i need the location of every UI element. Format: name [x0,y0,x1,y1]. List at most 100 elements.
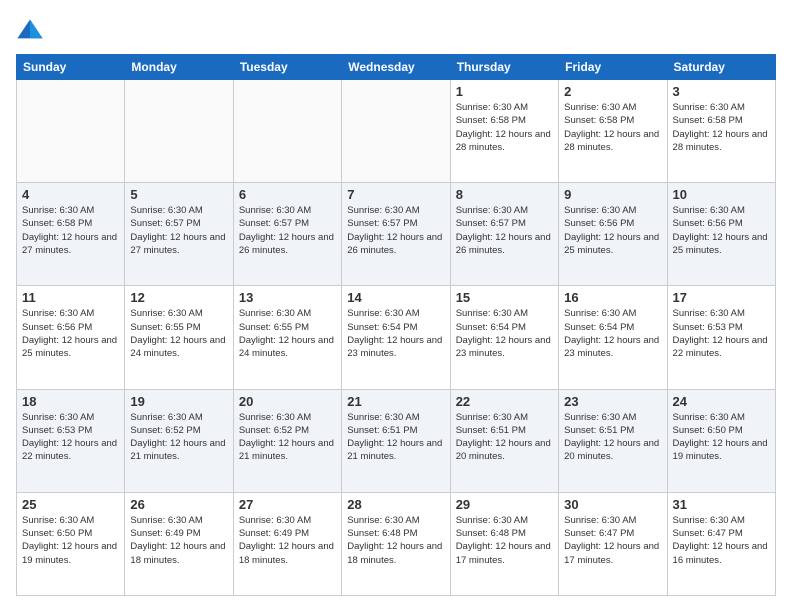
day-number: 26 [130,497,227,512]
week-row-4: 18 Sunrise: 6:30 AM Sunset: 6:53 PM Dayli… [17,389,776,492]
day-number: 24 [673,394,770,409]
day-info: Sunrise: 6:30 AM Sunset: 6:51 PM Dayligh… [456,411,553,464]
calendar-cell: 29 Sunrise: 6:30 AM Sunset: 6:48 PM Dayli… [450,492,558,595]
weekday-header-row: SundayMondayTuesdayWednesdayThursdayFrid… [17,55,776,80]
weekday-header-saturday: Saturday [667,55,775,80]
weekday-header-thursday: Thursday [450,55,558,80]
calendar-cell: 17 Sunrise: 6:30 AM Sunset: 6:53 PM Dayli… [667,286,775,389]
calendar-cell: 21 Sunrise: 6:30 AM Sunset: 6:51 PM Dayli… [342,389,450,492]
calendar-cell: 15Sunrise: 6:30 AM Sunset: 6:54 PM Dayli… [450,286,558,389]
calendar-cell: 11 Sunrise: 6:30 AM Sunset: 6:56 PM Dayli… [17,286,125,389]
calendar-cell: 4 Sunrise: 6:30 AM Sunset: 6:58 PM Daylig… [17,183,125,286]
day-info: Sunrise: 6:30 AM Sunset: 6:57 PM Dayligh… [347,204,444,257]
calendar-cell: 30 Sunrise: 6:30 AM Sunset: 6:47 PM Dayli… [559,492,667,595]
day-info: Sunrise: 6:30 AM Sunset: 6:58 PM Dayligh… [673,101,770,154]
calendar-cell: 10Sunrise: 6:30 AM Sunset: 6:56 PM Dayli… [667,183,775,286]
calendar-cell: 25 Sunrise: 6:30 AM Sunset: 6:50 PM Dayli… [17,492,125,595]
day-info: Sunrise: 6:30 AM Sunset: 6:50 PM Dayligh… [22,514,119,567]
week-row-3: 11 Sunrise: 6:30 AM Sunset: 6:56 PM Dayli… [17,286,776,389]
calendar-cell: 13 Sunrise: 6:30 AM Sunset: 6:55 PM Dayli… [233,286,341,389]
day-info: Sunrise: 6:30 AM Sunset: 6:49 PM Dayligh… [130,514,227,567]
calendar-cell: 14Sunrise: 6:30 AM Sunset: 6:54 PM Dayli… [342,286,450,389]
day-number: 20 [239,394,336,409]
week-row-1: 1 Sunrise: 6:30 AM Sunset: 6:58 PM Daylig… [17,80,776,183]
weekday-header-wednesday: Wednesday [342,55,450,80]
day-info: Sunrise: 6:30 AM Sunset: 6:48 PM Dayligh… [347,514,444,567]
day-number: 7 [347,187,444,202]
weekday-header-sunday: Sunday [17,55,125,80]
day-info: Sunrise: 6:30 AM Sunset: 6:56 PM Dayligh… [22,307,119,360]
day-number: 2 [564,84,661,99]
day-info: Sunrise: 6:30 AM Sunset: 6:53 PM Dayligh… [673,307,770,360]
day-info: Sunrise: 6:30 AM Sunset: 6:51 PM Dayligh… [347,411,444,464]
day-number: 27 [239,497,336,512]
day-number: 11 [22,290,119,305]
calendar-cell: 19 Sunrise: 6:30 AM Sunset: 6:52 PM Dayli… [125,389,233,492]
header [16,16,776,44]
calendar-cell: 18 Sunrise: 6:30 AM Sunset: 6:53 PM Dayli… [17,389,125,492]
day-info: Sunrise: 6:30 AM Sunset: 6:53 PM Dayligh… [22,411,119,464]
day-number: 1 [456,84,553,99]
calendar-cell: 23Sunrise: 6:30 AM Sunset: 6:51 PM Dayli… [559,389,667,492]
day-number: 8 [456,187,553,202]
day-number: 28 [347,497,444,512]
calendar-cell: 1 Sunrise: 6:30 AM Sunset: 6:58 PM Daylig… [450,80,558,183]
day-number: 12 [130,290,227,305]
weekday-header-friday: Friday [559,55,667,80]
day-info: Sunrise: 6:30 AM Sunset: 6:58 PM Dayligh… [22,204,119,257]
day-info: Sunrise: 6:30 AM Sunset: 6:57 PM Dayligh… [239,204,336,257]
day-number: 31 [673,497,770,512]
day-number: 25 [22,497,119,512]
day-info: Sunrise: 6:30 AM Sunset: 6:48 PM Dayligh… [456,514,553,567]
day-number: 23 [564,394,661,409]
day-info: Sunrise: 6:30 AM Sunset: 6:58 PM Dayligh… [456,101,553,154]
day-number: 29 [456,497,553,512]
calendar-cell [125,80,233,183]
day-number: 19 [130,394,227,409]
day-info: Sunrise: 6:30 AM Sunset: 6:50 PM Dayligh… [673,411,770,464]
calendar-cell [342,80,450,183]
calendar-cell [233,80,341,183]
day-info: Sunrise: 6:30 AM Sunset: 6:55 PM Dayligh… [130,307,227,360]
day-info: Sunrise: 6:30 AM Sunset: 6:56 PM Dayligh… [564,204,661,257]
week-row-5: 25 Sunrise: 6:30 AM Sunset: 6:50 PM Dayli… [17,492,776,595]
calendar-cell: 26 Sunrise: 6:30 AM Sunset: 6:49 PM Dayli… [125,492,233,595]
day-number: 17 [673,290,770,305]
day-number: 30 [564,497,661,512]
day-number: 10 [673,187,770,202]
calendar-cell: 7 Sunrise: 6:30 AM Sunset: 6:57 PM Daylig… [342,183,450,286]
calendar-cell: 2 Sunrise: 6:30 AM Sunset: 6:58 PM Daylig… [559,80,667,183]
page: SundayMondayTuesdayWednesdayThursdayFrid… [0,0,792,612]
logo-icon [16,16,44,44]
day-number: 21 [347,394,444,409]
day-info: Sunrise: 6:30 AM Sunset: 6:47 PM Dayligh… [564,514,661,567]
day-number: 14 [347,290,444,305]
day-info: Sunrise: 6:30 AM Sunset: 6:57 PM Dayligh… [130,204,227,257]
calendar-cell: 22 Sunrise: 6:30 AM Sunset: 6:51 PM Dayli… [450,389,558,492]
calendar-cell: 3Sunrise: 6:30 AM Sunset: 6:58 PM Daylig… [667,80,775,183]
weekday-header-monday: Monday [125,55,233,80]
week-row-2: 4 Sunrise: 6:30 AM Sunset: 6:58 PM Daylig… [17,183,776,286]
weekday-header-tuesday: Tuesday [233,55,341,80]
day-info: Sunrise: 6:30 AM Sunset: 6:52 PM Dayligh… [130,411,227,464]
calendar-cell: 16Sunrise: 6:30 AM Sunset: 6:54 PM Dayli… [559,286,667,389]
day-number: 18 [22,394,119,409]
day-info: Sunrise: 6:30 AM Sunset: 6:55 PM Dayligh… [239,307,336,360]
calendar-cell: 28 Sunrise: 6:30 AM Sunset: 6:48 PM Dayli… [342,492,450,595]
calendar-cell [17,80,125,183]
day-number: 6 [239,187,336,202]
day-number: 13 [239,290,336,305]
day-number: 16 [564,290,661,305]
calendar-cell: 8Sunrise: 6:30 AM Sunset: 6:57 PM Daylig… [450,183,558,286]
calendar-table: SundayMondayTuesdayWednesdayThursdayFrid… [16,54,776,596]
day-info: Sunrise: 6:30 AM Sunset: 6:47 PM Dayligh… [673,514,770,567]
day-number: 22 [456,394,553,409]
day-info: Sunrise: 6:30 AM Sunset: 6:52 PM Dayligh… [239,411,336,464]
day-number: 15 [456,290,553,305]
day-number: 4 [22,187,119,202]
calendar-cell: 5Sunrise: 6:30 AM Sunset: 6:57 PM Daylig… [125,183,233,286]
calendar-cell: 27Sunrise: 6:30 AM Sunset: 6:49 PM Dayli… [233,492,341,595]
day-number: 9 [564,187,661,202]
day-info: Sunrise: 6:30 AM Sunset: 6:58 PM Dayligh… [564,101,661,154]
calendar-cell: 20 Sunrise: 6:30 AM Sunset: 6:52 PM Dayli… [233,389,341,492]
